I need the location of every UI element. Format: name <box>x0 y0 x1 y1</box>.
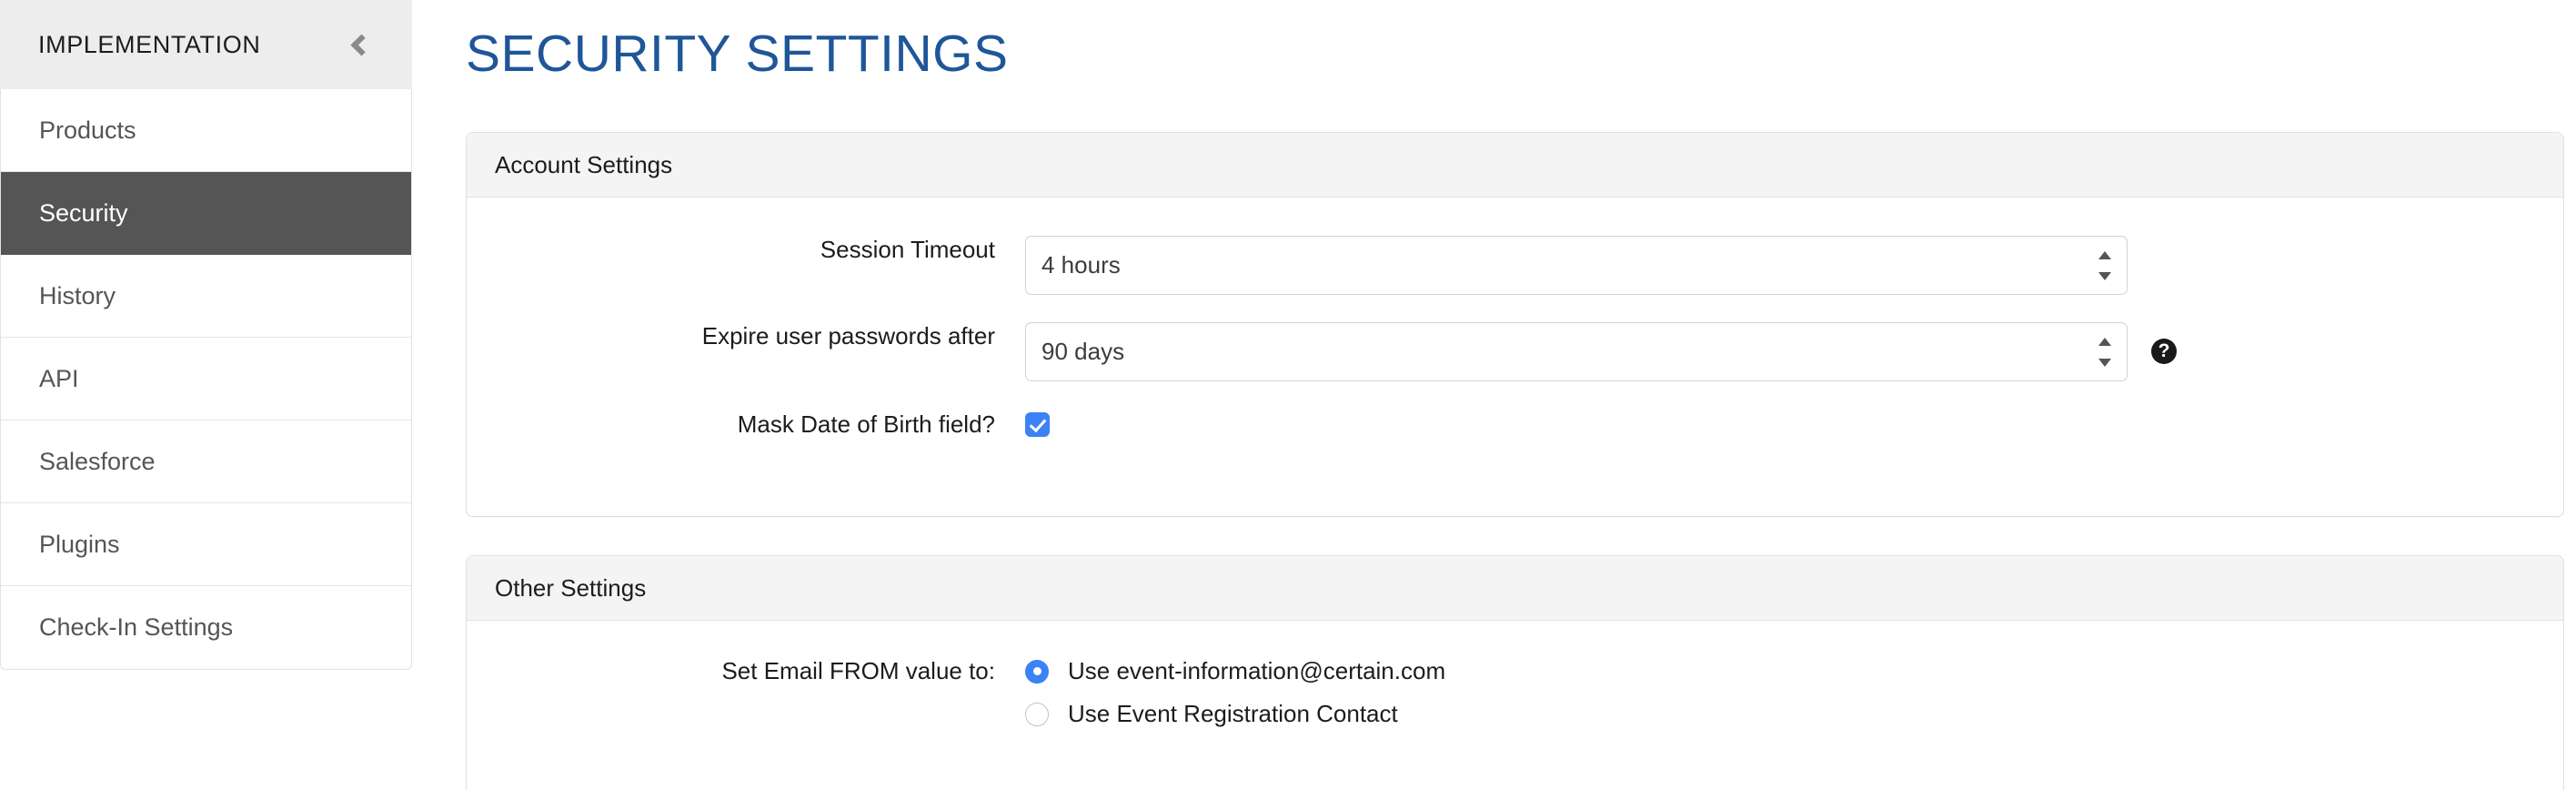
sidebar-item-products[interactable]: Products <box>1 89 411 172</box>
question-mark-circle-icon[interactable]: ? <box>2151 339 2177 364</box>
session-timeout-row: Session Timeout 4 hours <box>467 198 2563 295</box>
email-from-label: Set Email FROM value to: <box>721 657 995 684</box>
email-from-option-registration-contact[interactable]: Use Event Registration Contact <box>1025 700 1445 728</box>
sidebar-nav-list: Products Security History API Salesforce… <box>0 89 412 670</box>
main-content: SECURITY SETTINGS Account Settings Sessi… <box>412 0 2576 790</box>
sidebar-item-label: Salesforce <box>39 447 156 475</box>
sidebar-item-label: History <box>39 281 116 309</box>
session-timeout-label: Session Timeout <box>820 236 995 263</box>
sidebar-header: IMPLEMENTATION <box>0 0 412 89</box>
sidebar-item-api[interactable]: API <box>1 338 411 420</box>
sidebar-item-label: API <box>39 364 79 392</box>
sidebar-title: IMPLEMENTATION <box>38 30 261 58</box>
page-title: SECURITY SETTINGS <box>466 25 1009 83</box>
email-from-radio-group: Use event-information@certain.com Use Ev… <box>1025 657 1445 728</box>
email-from-row: Set Email FROM value to: Use event-infor… <box>467 621 2563 728</box>
password-expiry-label: Expire user passwords after <box>701 322 995 349</box>
mask-dob-checkbox[interactable] <box>1025 412 1050 437</box>
account-settings-card: Account Settings Session Timeout 4 hours <box>466 132 2564 517</box>
sidebar-item-label: Products <box>39 116 136 144</box>
radio-label: Use event-information@certain.com <box>1068 657 1446 684</box>
sidebar-item-label: Security <box>39 198 128 227</box>
session-timeout-select[interactable]: 4 hours <box>1025 236 2128 295</box>
sidebar-collapse-button[interactable] <box>337 24 379 66</box>
security-settings-page: IMPLEMENTATION Products Security History… <box>0 0 2576 790</box>
sidebar-item-history[interactable]: History <box>1 255 411 338</box>
sidebar-item-salesforce[interactable]: Salesforce <box>1 420 411 503</box>
other-settings-card-body: Set Email FROM value to: Use event-infor… <box>467 621 2563 728</box>
account-settings-card-body: Session Timeout 4 hours Expire user pass… <box>467 198 2563 439</box>
account-settings-card-title: Account Settings <box>495 150 673 178</box>
radio-button-selected[interactable] <box>1025 659 1049 684</box>
chevron-left-icon <box>349 33 373 56</box>
other-settings-card-header: Other Settings <box>467 556 2563 621</box>
mask-dob-row: Mask Date of Birth field? <box>467 381 2563 439</box>
password-expiry-select[interactable]: 90 days <box>1025 322 2128 381</box>
sidebar-item-check-in-settings[interactable]: Check-In Settings <box>1 586 411 669</box>
session-timeout-select-wrap: 4 hours <box>1025 236 2128 295</box>
sidebar: IMPLEMENTATION Products Security History… <box>0 0 412 790</box>
sidebar-item-plugins[interactable]: Plugins <box>1 503 411 586</box>
mask-dob-label: Mask Date of Birth field? <box>737 410 995 438</box>
radio-button-unselected[interactable] <box>1025 702 1049 726</box>
radio-label: Use Event Registration Contact <box>1068 700 1398 727</box>
sidebar-item-security[interactable]: Security <box>1 172 411 255</box>
password-expiry-row: Expire user passwords after 90 days ? <box>467 295 2563 381</box>
email-from-option-event-information[interactable]: Use event-information@certain.com <box>1025 657 1445 685</box>
password-expiry-select-wrap: 90 days <box>1025 322 2128 381</box>
sidebar-item-label: Plugins <box>39 530 120 558</box>
sidebar-item-label: Check-In Settings <box>39 613 234 641</box>
other-settings-card: Other Settings Set Email FROM value to: … <box>466 555 2564 790</box>
other-settings-card-title: Other Settings <box>495 573 647 602</box>
account-settings-card-header: Account Settings <box>467 133 2563 198</box>
